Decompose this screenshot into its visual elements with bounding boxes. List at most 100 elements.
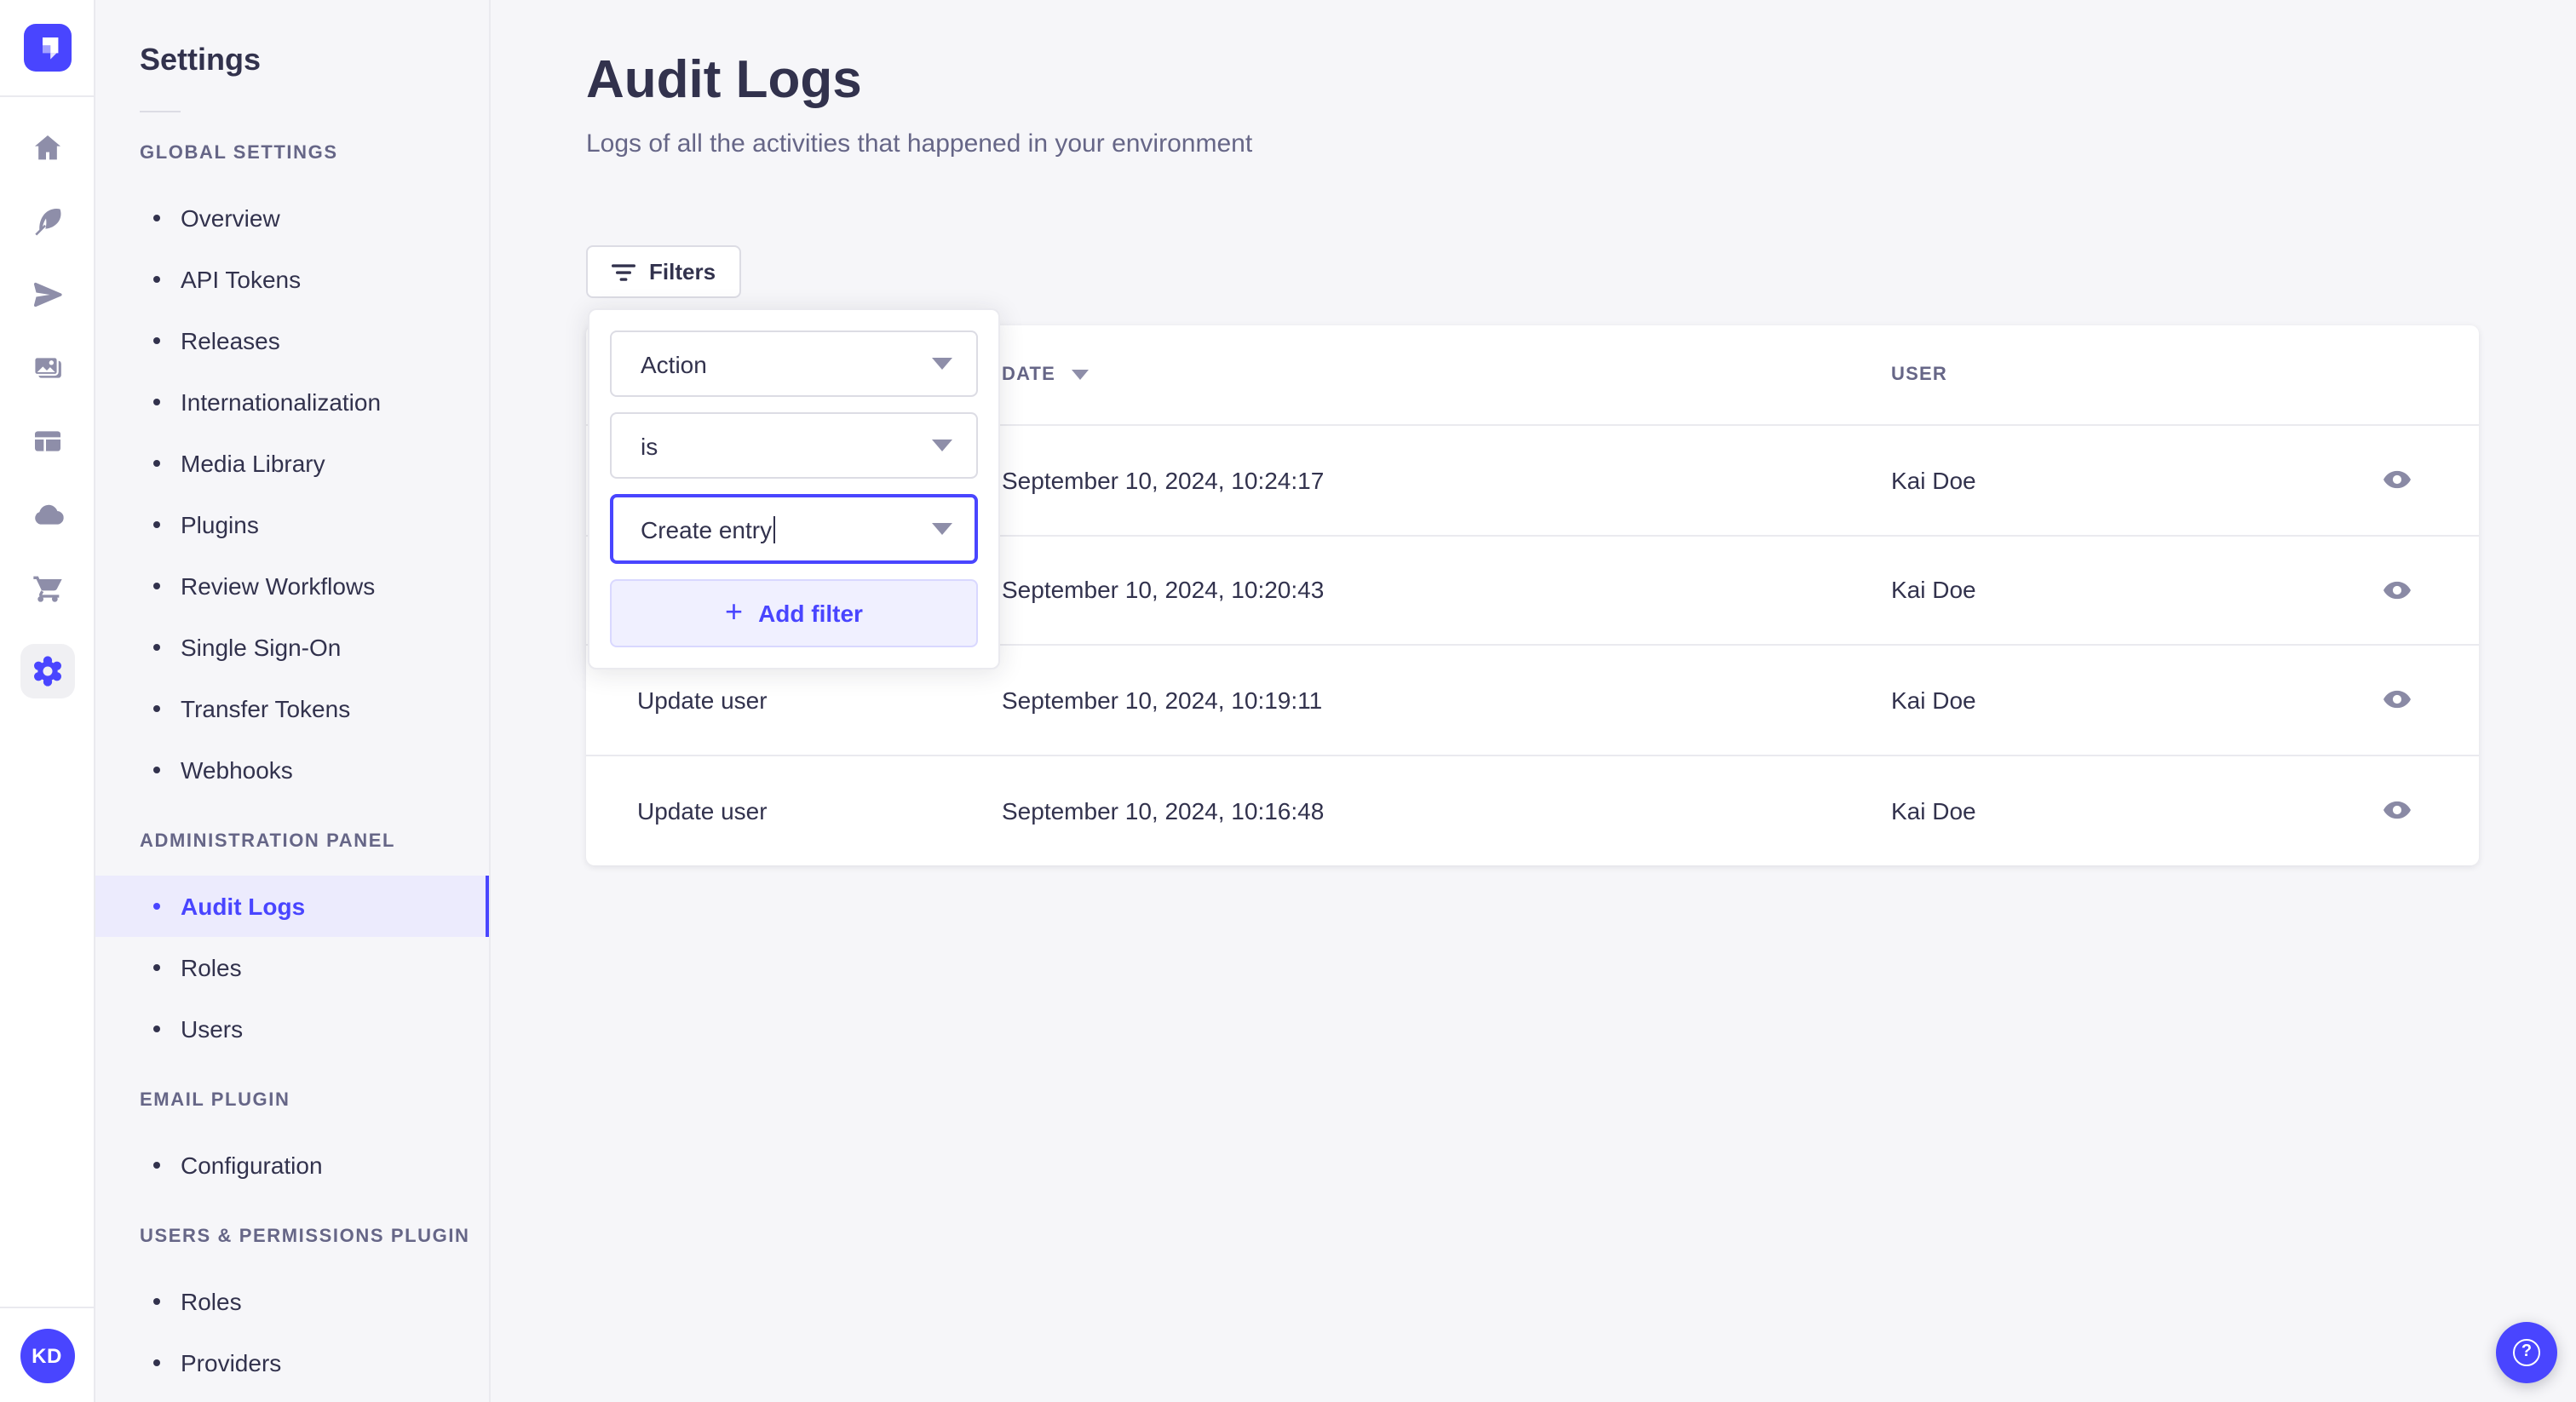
- add-filter-button[interactable]: + Add filter: [610, 579, 978, 647]
- bullet-icon: [153, 337, 160, 344]
- column-header-label: USER: [1891, 365, 1947, 385]
- chevron-down-icon: [932, 440, 952, 451]
- sidebar-title: Settings: [140, 43, 262, 77]
- strapi-logo-icon: [23, 24, 71, 72]
- sidebar-item-label: Overview: [181, 204, 280, 232]
- filter-operator-select[interactable]: is: [610, 412, 978, 479]
- sidebar-item-plugins[interactable]: Plugins: [95, 494, 489, 555]
- help-button[interactable]: ?: [2496, 1322, 2557, 1383]
- cart-icon[interactable]: [30, 571, 64, 605]
- sidebar-item-up-providers[interactable]: Providers: [95, 1332, 489, 1393]
- filter-field-select[interactable]: Action: [610, 330, 978, 397]
- sidebar-item-up-roles[interactable]: Roles: [95, 1271, 489, 1332]
- bullet-icon: [153, 903, 160, 910]
- sort-descending-icon: [1071, 370, 1089, 380]
- view-details-eye-icon[interactable]: [2370, 563, 2424, 618]
- sidebar-item-transfer-tokens[interactable]: Transfer Tokens: [95, 678, 489, 739]
- bullet-icon: [153, 1298, 160, 1305]
- main-content: Audit Logs Logs of all the activities th…: [491, 0, 2576, 1402]
- filter-operator-value: is: [641, 432, 658, 459]
- cell-user: Kai Doe: [1891, 576, 1976, 604]
- cell-user: Kai Doe: [1891, 796, 1976, 825]
- plus-icon: +: [725, 595, 744, 629]
- feather-icon[interactable]: [30, 204, 64, 238]
- section-label: ADMINISTRATION PANEL: [140, 831, 396, 852]
- logo-area: [0, 0, 94, 97]
- question-mark-icon: ?: [2513, 1339, 2540, 1366]
- filter-value-combobox[interactable]: Create entry: [610, 494, 978, 564]
- strapi-logo[interactable]: [23, 24, 71, 72]
- sidebar-item-label: Media Library: [181, 450, 325, 477]
- sidebar-divider: [140, 111, 181, 112]
- layout-icon[interactable]: [30, 424, 64, 458]
- rail-footer: KD: [0, 1307, 94, 1402]
- avatar[interactable]: KD: [20, 1328, 74, 1382]
- sidebar-item-releases[interactable]: Releases: [95, 310, 489, 371]
- view-details-eye-icon[interactable]: [2370, 673, 2424, 727]
- settings-sidebar: Settings GLOBAL SETTINGS Overview API To…: [95, 0, 491, 1402]
- section-email-plugin: EMAIL PLUGIN Configuration: [95, 1087, 489, 1196]
- sidebar-item-overview[interactable]: Overview: [95, 187, 489, 249]
- bullet-icon: [153, 767, 160, 773]
- add-filter-label: Add filter: [758, 600, 863, 627]
- section-administration-panel: ADMINISTRATION PANEL Audit Logs Roles Us…: [95, 828, 489, 1060]
- sidebar-item-api-tokens[interactable]: API Tokens: [95, 249, 489, 310]
- section-users-permissions-plugin: USERS & PERMISSIONS PLUGIN Roles Provide…: [95, 1223, 489, 1393]
- column-header-label: DATE: [1002, 365, 1056, 385]
- cell-user: Kai Doe: [1891, 466, 1976, 494]
- sidebar-item-label: Configuration: [181, 1152, 323, 1179]
- sidebar-item-audit-logs[interactable]: Audit Logs: [95, 876, 489, 937]
- sidebar-item-label: Single Sign-On: [181, 634, 342, 661]
- view-details-eye-icon[interactable]: [2370, 784, 2424, 838]
- media-library-icon[interactable]: [30, 351, 64, 385]
- sidebar-item-label: Releases: [181, 327, 280, 354]
- bullet-icon: [153, 964, 160, 971]
- section-label: GLOBAL SETTINGS: [140, 143, 338, 164]
- cloud-icon[interactable]: [30, 497, 64, 531]
- bullet-icon: [153, 215, 160, 221]
- sidebar-item-label: Review Workflows: [181, 572, 376, 600]
- column-header-user[interactable]: USER: [1891, 365, 2343, 385]
- filters-button[interactable]: Filters: [586, 245, 742, 298]
- sidebar-item-label: Providers: [181, 1349, 282, 1376]
- paper-plane-icon[interactable]: [30, 278, 64, 312]
- column-header-date[interactable]: DATE: [1002, 365, 1891, 385]
- bullet-icon: [153, 583, 160, 589]
- bullet-icon: [153, 1026, 160, 1032]
- cell-date: September 10, 2024, 10:20:43: [1002, 576, 1325, 604]
- sidebar-item-admin-users[interactable]: Users: [95, 998, 489, 1060]
- page-subtitle: Logs of all the activities that happened…: [586, 129, 1253, 158]
- filter-value-text: Create entry: [641, 515, 776, 543]
- sidebar-item-single-sign-on[interactable]: Single Sign-On: [95, 617, 489, 678]
- chevron-down-icon: [932, 523, 952, 535]
- bullet-icon: [153, 460, 160, 467]
- filter-popover: Action is Create entry + Add filter: [588, 308, 1000, 669]
- home-icon[interactable]: [30, 131, 64, 165]
- bullet-icon: [153, 644, 160, 651]
- cell-date: September 10, 2024, 10:16:48: [1002, 796, 1325, 825]
- sidebar-item-internationalization[interactable]: Internationalization: [95, 371, 489, 433]
- cell-date: September 10, 2024, 10:19:11: [1002, 686, 1323, 714]
- sidebar-item-label: Roles: [181, 954, 242, 981]
- section-label: EMAIL PLUGIN: [140, 1090, 290, 1111]
- bullet-icon: [153, 1359, 160, 1366]
- sidebar-item-media-library[interactable]: Media Library: [95, 433, 489, 494]
- sidebar-item-label: Roles: [181, 1288, 242, 1315]
- settings-gear-icon[interactable]: [20, 644, 74, 698]
- sidebar-item-label: Internationalization: [181, 388, 382, 416]
- section-label: USERS & PERMISSIONS PLUGIN: [140, 1227, 470, 1247]
- section-global-settings: GLOBAL SETTINGS Overview API Tokens Rele…: [95, 140, 489, 801]
- sidebar-item-label: Audit Logs: [181, 893, 306, 920]
- view-details-eye-icon[interactable]: [2370, 453, 2424, 508]
- bullet-icon: [153, 399, 160, 405]
- sidebar-item-admin-roles[interactable]: Roles: [95, 937, 489, 998]
- chevron-down-icon: [932, 358, 952, 370]
- sidebar-item-label: Users: [181, 1015, 244, 1043]
- page-title: Audit Logs: [586, 49, 862, 109]
- cell-action: Update user: [637, 796, 768, 825]
- sidebar-item-email-configuration[interactable]: Configuration: [95, 1135, 489, 1196]
- sidebar-item-review-workflows[interactable]: Review Workflows: [95, 555, 489, 617]
- sidebar-item-webhooks[interactable]: Webhooks: [95, 739, 489, 801]
- sidebar-item-label: Webhooks: [181, 756, 293, 784]
- bullet-icon: [153, 521, 160, 528]
